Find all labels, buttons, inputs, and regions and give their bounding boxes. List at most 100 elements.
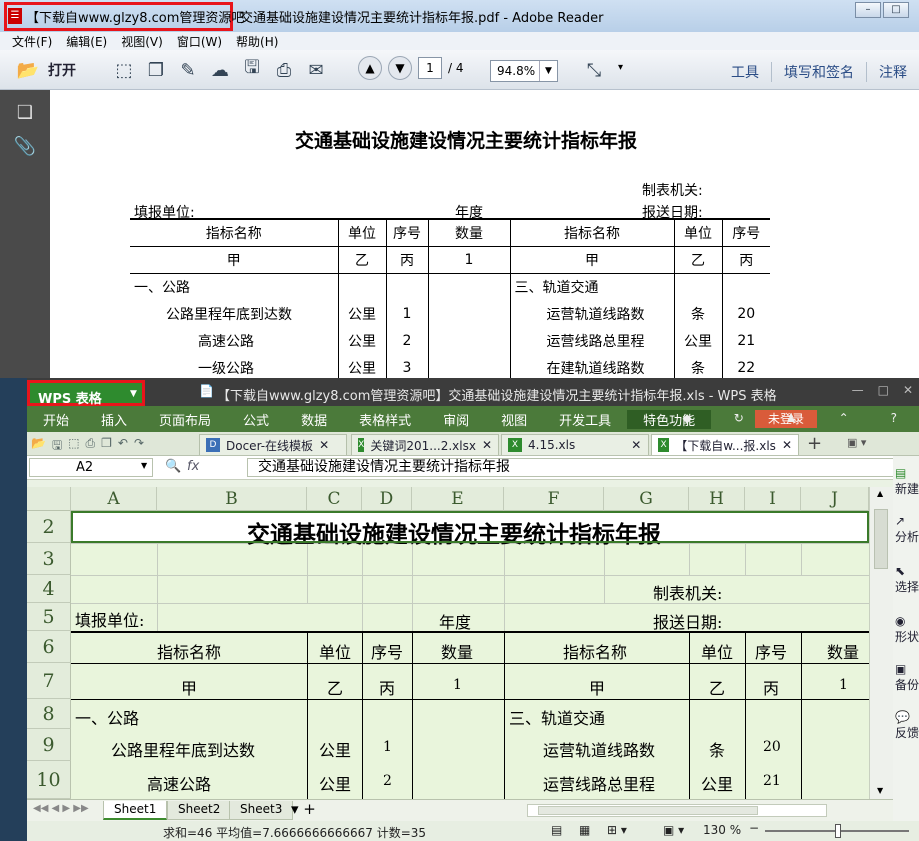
cell-year[interactable]: 年度 [439,609,471,633]
tab-home[interactable]: 开始 [27,410,85,429]
table-cell[interactable]: 高速公路 [147,771,211,795]
horizontal-scrollbar[interactable] [527,804,827,817]
col-header-h[interactable]: H [689,487,745,511]
header-cell[interactable]: 指标名称 [563,639,627,663]
formula-input[interactable]: 交通基础设施建设情况主要统计指标年报 [247,458,915,477]
redo-icon[interactable]: ↷ [134,436,144,457]
table-cell[interactable]: 三、轨道交通 [509,705,605,729]
row-header-9[interactable]: 9 [27,729,71,761]
scroll-thumb[interactable] [538,806,758,815]
header-cell[interactable]: 序号 [755,639,787,663]
side-shape[interactable]: ◉ 形状 [895,614,919,645]
doctab-docer[interactable]: D Docer-在线模板 ✕ [199,434,347,455]
side-analyze[interactable]: ↗ 分析 [895,514,919,545]
scroll-up-icon[interactable]: ▲ [877,489,883,498]
col-header-j[interactable]: J [801,487,869,511]
doctab-415[interactable]: X 4.15.xls ✕ [501,434,649,455]
close-button[interactable]: ✕ [903,383,913,397]
open-button[interactable]: 📂 打开 [14,56,76,84]
table-cell[interactable]: 公里 [319,771,351,795]
scroll-thumb[interactable] [874,509,888,569]
sheet-nav-icon[interactable]: ◀◀ ◀ ▶ ▶▶ [33,803,89,814]
row-header-2[interactable]: 2 [27,511,71,543]
cell-report-date[interactable]: 报送日期: [653,609,722,633]
save-icon[interactable]: 🖫 [52,436,62,457]
doctab-keywords[interactable]: X 关键词201...2.xlsx ✕ [351,434,499,455]
table-cell[interactable]: 丙 [379,675,395,699]
table-cell[interactable]: 1 [453,677,462,693]
attachment-icon[interactable]: 📎 [13,136,37,158]
row-header-7[interactable]: 7 [27,663,71,699]
header-cell[interactable]: 序号 [371,639,403,663]
table-cell[interactable]: 运营轨道线路数 [543,737,655,761]
export-pdf-icon[interactable]: ⬚ [68,436,79,457]
tab-view[interactable]: 视图 [485,410,543,429]
tab-list-icon[interactable]: ▣ ▾ [847,436,866,449]
add-sheet-icon[interactable]: ▾ + [291,800,316,818]
header-cell[interactable]: 数量 [441,639,473,663]
print-preview-icon[interactable]: ❐ [101,436,112,457]
row-header-10[interactable]: 10 [27,761,71,799]
col-header-b[interactable]: B [157,487,307,511]
row-header-5[interactable]: 5 [27,603,71,631]
upload-icon[interactable]: ☁ [206,56,234,84]
col-header-d[interactable]: D [362,487,412,511]
table-cell[interactable]: 丙 [763,675,779,699]
collapse-icon[interactable]: ⌃ [823,411,865,425]
row-header-8[interactable]: 8 [27,699,71,729]
view-pagebreak-icon[interactable]: ▦ [579,823,590,837]
fill-sign-link[interactable]: 填写和签名 [771,62,866,82]
col-header-f[interactable]: F [504,487,604,511]
zoom-slider[interactable] [765,824,909,838]
table-cell[interactable]: 运营线路总里程 [543,771,655,795]
zoom-function-icon[interactable]: 🔍 [165,459,181,474]
zoom-level[interactable]: 130 % [703,823,741,837]
menu-help[interactable]: 帮助(H) [236,33,278,50]
scroll-down-icon[interactable]: ▼ [877,786,883,795]
open-icon[interactable]: 📂 [31,436,46,457]
close-icon[interactable]: ✕ [319,438,329,452]
tab-insert[interactable]: 插入 [85,410,143,429]
header-cell[interactable]: 指标名称 [157,639,221,663]
page-number-input[interactable]: 1 [418,57,442,79]
tools-link[interactable]: 工具 [719,62,771,82]
menu-file[interactable]: 文件(F) [12,33,52,50]
create-pdf-icon[interactable]: ⬚ [110,56,138,84]
tab-formulas[interactable]: 公式 [227,410,285,429]
skin-icon[interactable]: ♟ [770,411,813,425]
close-icon[interactable]: ✕ [631,438,641,452]
protect-icon[interactable]: ▣ ▾ [663,823,684,837]
save-icon[interactable]: 🖫 [238,56,266,84]
table-cell[interactable]: 乙 [327,675,343,699]
row-header-4[interactable]: 4 [27,575,71,603]
menu-view[interactable]: 视图(V) [121,33,163,50]
tab-developer[interactable]: 开发工具 [543,410,627,429]
sheet-tab-1[interactable]: Sheet1 [103,801,168,820]
edit-icon[interactable]: ✎ [174,56,202,84]
header-cell[interactable]: 数量 [827,639,859,663]
minimize-button[interactable]: – [855,2,881,18]
sync-icon[interactable]: ↻ [718,411,760,425]
theme-icon[interactable]: ◆ [667,411,708,425]
tab-review[interactable]: 审阅 [427,410,485,429]
col-header-a[interactable]: A [71,487,157,511]
zoom-select[interactable]: 94.8% ▼ [490,60,558,82]
chevron-down-icon[interactable]: ▼ [141,461,147,470]
menu-edit[interactable]: 编辑(E) [66,33,107,50]
comment-link[interactable]: 注释 [866,62,919,82]
fx-icon[interactable]: fx [187,459,199,474]
sheet-tab-3[interactable]: Sheet3 [229,801,294,820]
table-cell[interactable]: 一、公路 [75,705,139,729]
table-cell[interactable]: 2 [383,773,392,789]
chevron-down-icon[interactable]: ▼ [539,61,557,81]
side-new[interactable]: ▤ 新建 [895,466,919,497]
row-header-6[interactable]: 6 [27,631,71,663]
header-cell[interactable]: 单位 [701,639,733,663]
col-header-c[interactable]: C [307,487,362,511]
view-normal-icon[interactable]: ▤ [551,823,562,837]
table-cell[interactable]: 20 [763,739,781,755]
fit-page-icon[interactable]: ⤡ [580,56,608,84]
wps-app-menu[interactable]: WPS 表格 ▼ [27,380,145,407]
header-cell[interactable]: 单位 [319,639,351,663]
view-read-icon[interactable]: ⊞ ▾ [607,823,627,837]
